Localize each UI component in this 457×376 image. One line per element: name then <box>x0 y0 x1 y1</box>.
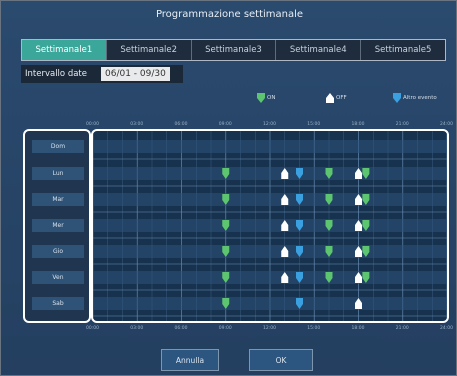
date-range-row: Intervallo date 06/01 - 09/30 <box>21 65 183 83</box>
other-event-marker-icon <box>393 93 401 103</box>
cancel-button[interactable]: Annulla <box>161 349 219 371</box>
weekly-schedule-window: Programmazione settimanale Settimanale1 … <box>0 0 457 376</box>
time-tick-label: 06:00 <box>174 326 188 331</box>
off-marker-icon <box>326 93 334 103</box>
date-range-field[interactable]: 06/01 - 09/30 <box>101 67 170 81</box>
on-marker-icon <box>257 93 265 103</box>
day-label-ven[interactable]: Ven <box>32 271 84 284</box>
time-tick-label: 03:00 <box>130 326 144 331</box>
time-tick-label: 21:00 <box>395 122 409 127</box>
time-tick-label: 15:00 <box>307 122 321 127</box>
day-row-band <box>93 297 447 310</box>
tab-settimanale2[interactable]: Settimanale2 <box>107 40 192 60</box>
time-tick-label: 00:00 <box>86 122 99 127</box>
window-title: Programmazione settimanale <box>155 9 304 20</box>
day-label-sab[interactable]: Sab <box>32 297 84 310</box>
legend-off-label: OFF <box>336 95 347 101</box>
day-row-band <box>93 245 447 258</box>
tab-settimanale4[interactable]: Settimanale4 <box>276 40 362 60</box>
day-label-lun[interactable]: Lun <box>32 167 84 180</box>
day-label-mar[interactable]: Mar <box>32 193 84 206</box>
day-label-mer[interactable]: Mer <box>32 219 84 232</box>
time-tick-label: 24:00 <box>440 326 453 331</box>
time-tick-label: 18:00 <box>351 122 365 127</box>
time-tick-label: 24:00 <box>440 122 453 127</box>
time-tick-label: 12:00 <box>263 326 276 331</box>
ok-button[interactable]: OK <box>249 349 313 371</box>
schedule-grid[interactable] <box>91 129 449 323</box>
time-tick-label: 03:00 <box>130 122 144 127</box>
time-tick-label: 15:00 <box>307 326 321 331</box>
legend-on: ON <box>257 93 275 103</box>
time-tick-label: 09:00 <box>218 326 232 331</box>
time-tick-label: 00:00 <box>86 326 99 331</box>
day-row-band <box>93 219 447 232</box>
time-tick-label: 06:00 <box>174 122 188 127</box>
time-tick-label: 09:00 <box>218 122 232 127</box>
tab-settimanale1[interactable]: Settimanale1 <box>22 40 107 60</box>
time-tick-label: 21:00 <box>395 326 409 331</box>
legend-other: Altro evento <box>393 93 437 103</box>
tab-settimanale3[interactable]: Settimanale3 <box>192 40 277 60</box>
time-tick-label: 18:00 <box>351 326 365 331</box>
day-column: Dom Lun Mar Mer Gio Ven Sab <box>23 129 91 323</box>
day-row-band <box>93 271 447 284</box>
day-row-band <box>93 193 447 206</box>
day-label-gio[interactable]: Gio <box>32 245 84 258</box>
schedule-grid-canvas <box>93 131 447 321</box>
legend-off: OFF <box>326 93 347 103</box>
day-row-band <box>93 140 447 153</box>
day-label-dom[interactable]: Dom <box>32 140 84 153</box>
time-tick-label: 12:00 <box>263 122 276 127</box>
date-range-label: Intervallo date <box>25 69 87 79</box>
day-row-band <box>93 167 447 180</box>
week-tab-bar: Settimanale1 Settimanale2 Settimanale3 S… <box>21 39 446 61</box>
tab-settimanale5[interactable]: Settimanale5 <box>361 40 445 60</box>
legend-on-label: ON <box>267 95 276 101</box>
legend-other-label: Altro evento <box>403 95 437 101</box>
